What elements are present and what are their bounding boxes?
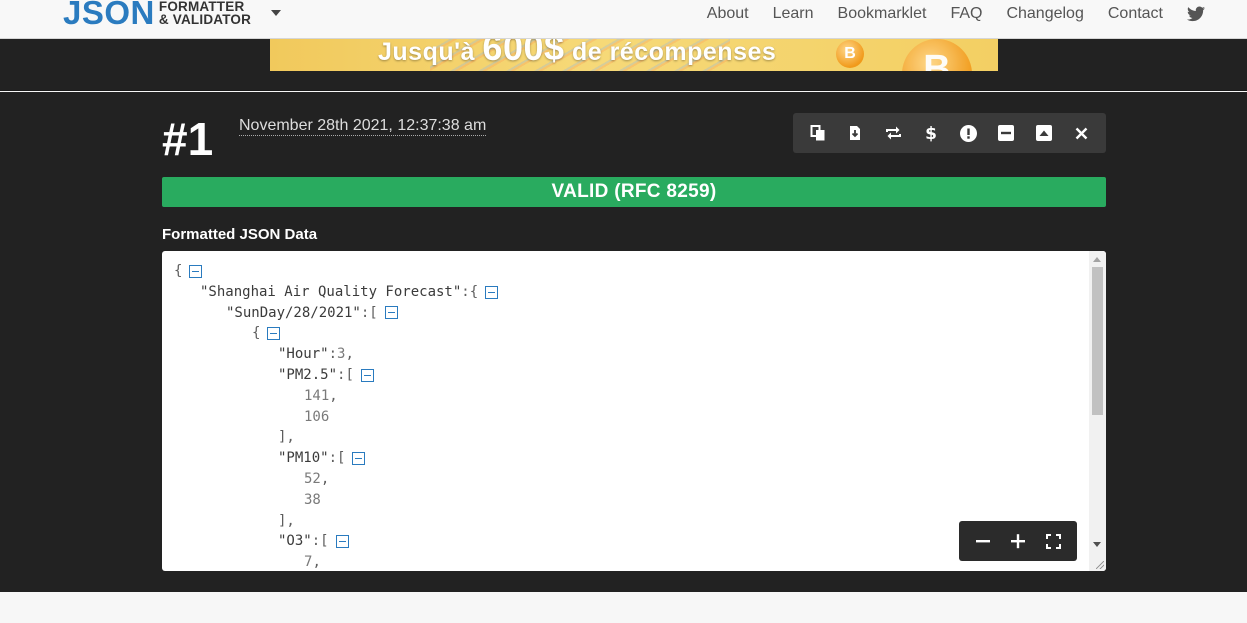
logo-json-text: JSON xyxy=(63,0,155,31)
validity-status-badge: VALID (RFC 8259) xyxy=(162,177,1106,207)
page-footer-area xyxy=(0,592,1247,623)
code-line: 7, xyxy=(174,552,498,571)
scroll-down-arrow-icon[interactable] xyxy=(1093,542,1101,547)
json-number: 141 xyxy=(304,387,330,404)
json-punctuation: : xyxy=(328,346,338,363)
download-icon[interactable] xyxy=(843,121,867,145)
json-punctuation: , xyxy=(345,346,354,363)
json-punctuation: :[ xyxy=(311,533,329,550)
result-panel: #1 November 28th 2021, 12:37:38 am $ VAL… xyxy=(0,92,1247,592)
code-line: ], xyxy=(174,511,498,532)
result-toolbar: $ xyxy=(793,113,1106,153)
nav-links: About Learn Bookmarklet FAQ Changelog Co… xyxy=(683,4,1205,24)
json-punctuation: { xyxy=(174,263,183,279)
bitcoin-coin-large-icon: B xyxy=(902,39,972,71)
collapse-toggle-icon[interactable] xyxy=(485,285,499,299)
formatted-json-label: Formatted JSON Data xyxy=(162,226,318,243)
formatted-json-editor[interactable]: {"Shanghai Air Quality Forecast":{"SunDa… xyxy=(162,251,1106,571)
collapse-toggle-icon[interactable] xyxy=(267,327,281,341)
json-number: 52 xyxy=(304,470,321,487)
dollar-icon[interactable]: $ xyxy=(919,121,943,145)
collapse-toggle-icon[interactable] xyxy=(189,264,203,278)
nav-link-about[interactable]: About xyxy=(707,4,749,24)
ad-text-after: de récompenses xyxy=(564,39,777,66)
collapse-icon[interactable] xyxy=(994,121,1018,145)
json-code-view: {"Shanghai Air Quality Forecast":{"SunDa… xyxy=(174,261,499,571)
code-line: "Shanghai Air Quality Forecast":{ xyxy=(174,282,499,303)
ad-text: Jusqu'à 600$ de récompenses xyxy=(378,39,776,69)
code-line: "O3":[ xyxy=(174,531,498,552)
site-logo[interactable]: JSON FORMATTER & VALIDATOR xyxy=(63,0,251,33)
code-line: "PM2.5":[ xyxy=(174,365,498,386)
json-key: "PM10" xyxy=(278,450,329,467)
json-number: 3 xyxy=(337,346,346,363)
json-number: 106 xyxy=(304,408,330,425)
nav-link-learn[interactable]: Learn xyxy=(773,4,814,24)
nav-link-faq[interactable]: FAQ xyxy=(950,4,982,24)
json-punctuation: :[ xyxy=(360,304,378,321)
nav-link-contact[interactable]: Contact xyxy=(1108,4,1163,24)
editor-scrollbar[interactable] xyxy=(1089,251,1106,571)
code-line: "SunDay/28/2021":[ xyxy=(174,303,498,324)
collapse-toggle-icon[interactable] xyxy=(360,368,374,382)
code-line: 141, xyxy=(174,386,498,407)
code-line: 38 xyxy=(174,490,498,511)
ad-text-amount: 600$ xyxy=(482,39,565,68)
exclamation-icon[interactable] xyxy=(956,121,980,145)
json-number: 38 xyxy=(304,491,321,508)
copy-icon[interactable] xyxy=(806,121,830,145)
scroll-up-arrow-icon[interactable] xyxy=(1093,257,1101,262)
collapse-toggle-icon[interactable] xyxy=(352,452,366,466)
repeat-icon[interactable] xyxy=(881,121,905,145)
ad-banner[interactable]: Jusqu'à 600$ de récompenses B B xyxy=(270,39,998,71)
code-line: { xyxy=(174,261,498,282)
json-key: "O3" xyxy=(278,533,312,550)
json-key: "PM2.5" xyxy=(278,366,338,383)
code-line: "Hour":3, xyxy=(174,344,498,365)
json-punctuation: :[ xyxy=(328,450,346,467)
result-timestamp: November 28th 2021, 12:37:38 am xyxy=(239,117,487,136)
expand-icon[interactable] xyxy=(1032,121,1056,145)
json-punctuation: :{ xyxy=(461,283,479,300)
json-punctuation: ], xyxy=(278,512,295,529)
code-line: 106 xyxy=(174,407,498,428)
zoom-out-icon[interactable] xyxy=(971,529,995,553)
json-punctuation: ], xyxy=(278,429,295,446)
json-punctuation: :[ xyxy=(337,366,354,383)
code-line: "PM10":[ xyxy=(174,448,498,469)
code-line: ], xyxy=(174,427,498,448)
twitter-icon[interactable] xyxy=(1187,6,1205,22)
json-punctuation: , xyxy=(312,554,321,571)
json-punctuation: , xyxy=(329,387,338,404)
json-key: "Shanghai Air Quality Forecast" xyxy=(200,283,462,300)
zoom-in-icon[interactable] xyxy=(1006,529,1030,553)
nav-link-changelog[interactable]: Changelog xyxy=(1006,4,1083,24)
close-icon[interactable] xyxy=(1069,121,1093,145)
logo-dropdown-caret-icon[interactable] xyxy=(271,10,281,16)
json-key: "SunDay/28/2021" xyxy=(226,304,361,321)
nav-link-bookmarklet[interactable]: Bookmarklet xyxy=(838,4,927,24)
scrollbar-thumb[interactable] xyxy=(1092,267,1103,415)
ad-text-before: Jusqu'à xyxy=(378,39,483,66)
logo-subtitle-line2: & VALIDATOR xyxy=(158,12,252,27)
json-punctuation: , xyxy=(320,470,330,487)
fullscreen-icon[interactable] xyxy=(1041,529,1065,553)
top-navbar: JSON FORMATTER & VALIDATOR About Learn B… xyxy=(0,0,1247,39)
collapse-toggle-icon[interactable] xyxy=(384,306,398,320)
json-punctuation: { xyxy=(252,325,261,342)
collapse-toggle-icon[interactable] xyxy=(335,535,349,549)
logo-subtitle: FORMATTER & VALIDATOR xyxy=(159,0,251,26)
code-line: 52, xyxy=(174,469,498,490)
result-number: #1 xyxy=(162,113,214,165)
bitcoin-coin-icon: B xyxy=(836,40,864,68)
svg-text:$: $ xyxy=(925,124,937,142)
json-key: "Hour" xyxy=(278,346,329,363)
zoom-controls xyxy=(959,521,1077,561)
resize-handle-icon[interactable] xyxy=(1096,561,1104,569)
ad-strip: Jusqu'à 600$ de récompenses B B xyxy=(0,39,1247,91)
code-line: { xyxy=(174,323,498,344)
json-number: 7 xyxy=(304,554,313,571)
